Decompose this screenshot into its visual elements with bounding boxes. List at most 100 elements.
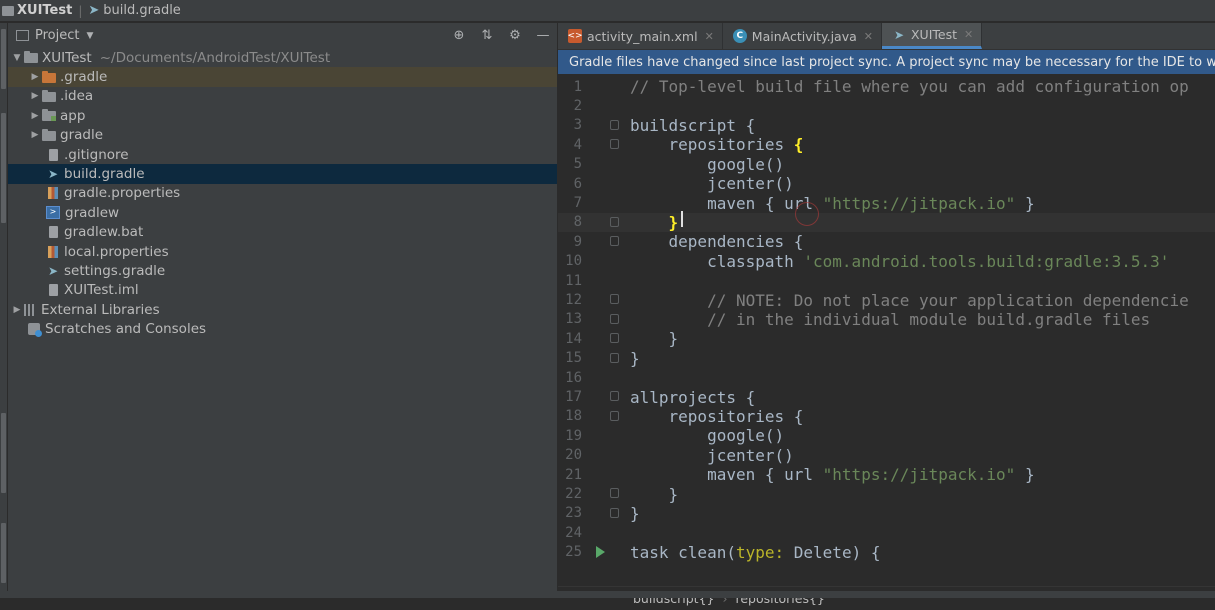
project-view-selector[interactable]: Project <box>35 28 79 43</box>
tree-item-build-gradle[interactable]: ➤ build.gradle <box>8 164 557 184</box>
code-text: buildscript { <box>630 115 756 135</box>
code-line[interactable]: 6 jcenter() <box>558 174 1215 193</box>
resource-manager-tool-button[interactable] <box>1 113 6 223</box>
fold-marker-icon[interactable] <box>610 488 619 499</box>
code-line[interactable]: 14 } <box>558 329 1215 348</box>
code-line[interactable]: 23} <box>558 504 1215 523</box>
code-line[interactable]: 7 maven { url "https://jitpack.io" } <box>558 193 1215 213</box>
line-number: 16 <box>565 369 582 386</box>
code-line[interactable]: 10 classpath 'com.android.tools.build:gr… <box>558 252 1215 271</box>
gutter <box>582 252 630 271</box>
chevron-down-icon[interactable]: ▼ <box>86 31 93 41</box>
code-line[interactable]: 19 google() <box>558 426 1215 445</box>
tree-item-settings-gradle[interactable]: ➤ settings.gradle <box>8 261 557 280</box>
tree-item-scratches[interactable]: Scratches and Consoles <box>8 319 557 338</box>
text-caret <box>681 211 683 227</box>
tree-item-gradle-properties[interactable]: gradle.properties <box>8 184 557 203</box>
nav-project[interactable]: XUITest <box>2 3 72 18</box>
gear-icon[interactable]: ⚙ <box>507 27 523 43</box>
code-line[interactable]: 4 repositories { <box>558 135 1215 154</box>
tree-item-label: gradlew <box>65 204 120 221</box>
tree-item-external-libraries[interactable]: ▶ External Libraries <box>8 300 557 319</box>
code-line[interactable]: 9 dependencies { <box>558 232 1215 251</box>
collapsed-arrow-icon[interactable]: ▶ <box>28 111 42 121</box>
code-line[interactable]: 8 } <box>558 212 1215 233</box>
layout-captures-tool-button[interactable] <box>1 413 6 493</box>
fold-marker-icon[interactable] <box>610 333 619 344</box>
nav-file[interactable]: ➤ build.gradle <box>88 3 180 18</box>
gradle-icon: ➤ <box>88 3 100 18</box>
tree-item-path: ~/Documents/AndroidTest/XUITest <box>99 49 331 66</box>
expanded-arrow-icon[interactable]: ▼ <box>10 53 24 63</box>
code-line[interactable]: 5 google() <box>558 155 1215 174</box>
code-text: task clean(type: Delete) { <box>630 542 881 562</box>
fold-marker-icon[interactable] <box>610 139 619 150</box>
code-line[interactable]: 3 buildscript { <box>558 116 1215 135</box>
code-line[interactable]: 2 <box>558 96 1215 115</box>
fold-marker-icon[interactable] <box>610 294 619 305</box>
code-line[interactable]: 15} <box>558 349 1215 368</box>
tree-item-local-properties[interactable]: local.properties <box>8 242 557 261</box>
run-task-icon[interactable] <box>596 545 605 558</box>
collapsed-arrow-icon[interactable]: ▶ <box>28 72 42 82</box>
tree-item-app[interactable]: ▶ app <box>8 106 557 125</box>
code-line[interactable]: 13 // in the individual module build.gra… <box>558 310 1215 329</box>
tree-item-gradle[interactable]: ▶ gradle <box>8 126 557 145</box>
code-line[interactable]: 17 allprojects { <box>558 387 1215 407</box>
code-text: } <box>630 484 679 504</box>
gutter <box>582 523 630 542</box>
tree-item-gradle-dir[interactable]: ▶ .gradle <box>8 67 557 87</box>
tree-item-label: settings.gradle <box>64 262 166 279</box>
fold-marker-icon[interactable] <box>610 119 619 130</box>
build-variants-tool-button[interactable] <box>1 523 6 583</box>
line-number: 23 <box>565 505 582 522</box>
close-icon[interactable]: ✕ <box>964 28 973 41</box>
code-line[interactable]: 20 jcenter() <box>558 446 1215 465</box>
tree-item-root[interactable]: ▼ XUITest ~/Documents/AndroidTest/XUITes… <box>8 48 557 67</box>
tree-item-gitignore[interactable]: .gitignore <box>8 145 557 164</box>
fold-marker-icon[interactable] <box>610 216 619 227</box>
code-text: allprojects { <box>630 387 756 407</box>
collapsed-arrow-icon[interactable]: ▶ <box>28 130 42 140</box>
editor-tabs: <> activity_main.xml ✕ C MainActivity.ja… <box>558 23 1215 50</box>
code-text: google() <box>630 154 785 174</box>
code-line[interactable]: 25 task clean(type: Delete) { <box>558 543 1215 562</box>
project-tool-button[interactable] <box>1 29 6 89</box>
tree-item-gradlew[interactable]: > gradlew <box>8 203 557 222</box>
code-text: } <box>668 212 679 232</box>
close-icon[interactable]: ✕ <box>705 30 714 43</box>
close-icon[interactable]: ✕ <box>864 30 873 43</box>
fold-marker-icon[interactable] <box>610 507 619 518</box>
tree-item-idea[interactable]: ▶ .idea <box>8 87 557 106</box>
tree-item-label: gradle <box>60 127 104 144</box>
tree-item-iml[interactable]: XUITest.iml <box>8 281 557 300</box>
fold-marker-icon[interactable] <box>610 391 619 402</box>
code-text: google() <box>630 426 785 446</box>
collapse-all-icon[interactable]: ⇅ <box>479 27 495 43</box>
collapsed-arrow-icon[interactable]: ▶ <box>28 91 42 101</box>
code-line[interactable]: 21 maven { url "https://jitpack.io" } <box>558 465 1215 484</box>
fold-marker-icon[interactable] <box>610 236 619 247</box>
gradle-sync-banner: Gradle files have changed since last pro… <box>558 50 1215 74</box>
fold-marker-icon[interactable] <box>610 313 619 324</box>
tab-activity-main-xml[interactable]: <> activity_main.xml ✕ <box>558 23 723 49</box>
code-editor[interactable]: 1 // Top-level build file where you can a… <box>558 74 1215 586</box>
code-line[interactable]: 12 // NOTE: Do not place your applicatio… <box>558 290 1215 310</box>
collapsed-arrow-icon[interactable]: ▶ <box>10 305 24 315</box>
code-line[interactable]: 22 } <box>558 484 1215 504</box>
code-line[interactable]: 1 // Top-level build file where you can a… <box>558 77 1215 96</box>
code-line[interactable]: 11 <box>558 271 1215 290</box>
code-line[interactable]: 16 <box>558 368 1215 387</box>
code-text: // Top-level build file where you can ad… <box>630 77 1189 97</box>
hide-panel-icon[interactable]: — <box>535 27 551 43</box>
tree-item-gradlew-bat[interactable]: gradlew.bat <box>8 223 557 242</box>
fold-marker-icon[interactable] <box>610 410 619 421</box>
tab-main-activity-java[interactable]: C MainActivity.java ✕ <box>723 23 882 49</box>
code-text: maven { url "https://jitpack.io" } <box>630 193 1035 213</box>
tab-xuitest-gradle[interactable]: ➤ XUITest ✕ <box>881 23 983 49</box>
fold-marker-icon[interactable] <box>610 352 619 363</box>
locate-target-icon[interactable]: ⊕ <box>451 27 467 43</box>
code-line[interactable]: 24 <box>558 523 1215 542</box>
code-line[interactable]: 18 repositories { <box>558 407 1215 426</box>
gutter <box>582 155 630 174</box>
